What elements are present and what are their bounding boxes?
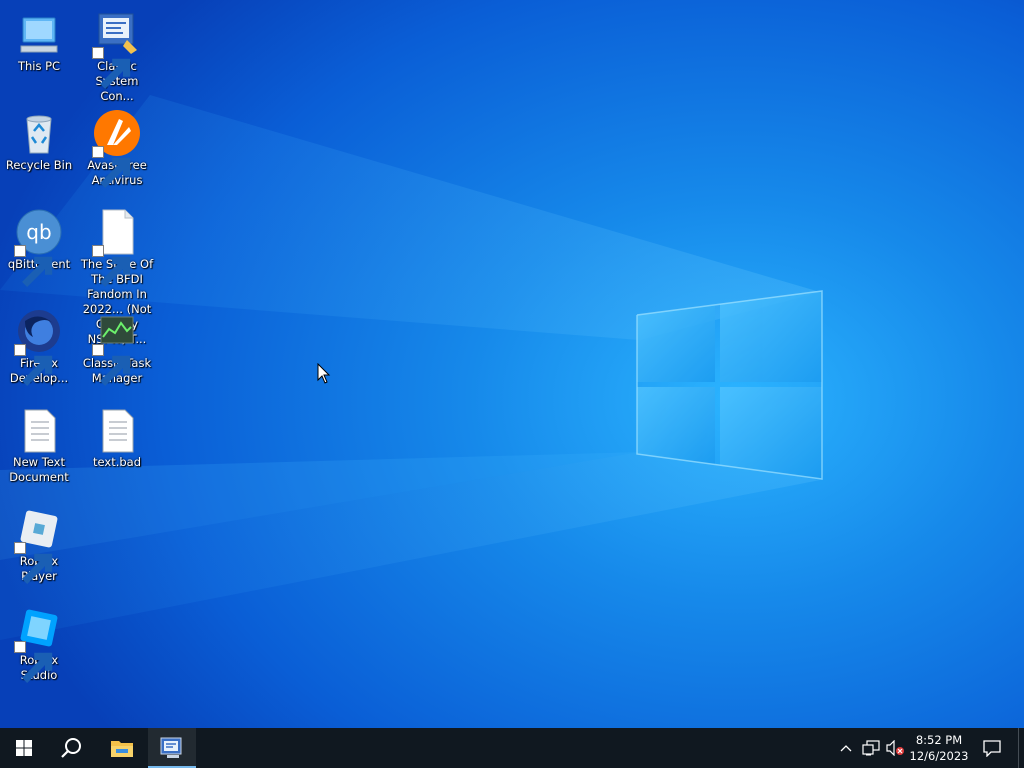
search-button[interactable] [48,728,96,768]
search-icon [61,738,81,758]
clock-time: 8:52 PM [915,733,963,747]
roblox-studio-icon [14,604,63,683]
icon-label: Recycle Bin [5,158,73,172]
icon-label: This PC [17,59,61,73]
taskbar-file-explorer[interactable] [98,728,146,768]
text-file-icon [93,406,141,454]
shortcut-arrow-icon [92,344,131,386]
tray-volume-button[interactable] [884,728,906,768]
desktop-icon-classic-system-control[interactable]: Classic System Con... [78,2,156,104]
action-center-icon [983,740,1001,757]
computer-icon [15,10,63,58]
shortcut-arrow-icon [92,146,131,188]
desktop-icon-roblox-player[interactable]: Roblox Player [0,497,78,584]
desktop-icon-roblox-studio[interactable]: Roblox Studio [0,596,78,683]
control-panel-icon [92,10,141,89]
system-control-icon [160,737,182,758]
qbittorrent-icon: qb [14,208,63,287]
desktop-icon-firefox-developer[interactable]: Firefox Develop... [0,299,78,386]
mouse-pointer-icon [317,363,331,384]
text-file-icon [15,406,63,454]
desktop-icon-avast[interactable]: Avast Free Antivirus [78,101,156,188]
shortcut-arrow-icon [92,47,131,89]
action-center-button[interactable] [978,728,1006,768]
shortcut-arrow-icon [92,245,131,287]
firefox-developer-icon [14,307,63,386]
recycle-bin-icon [15,109,63,157]
taskbar: 8:52 PM 12/6/2023 [0,728,1024,768]
desktop-icon-this-pc[interactable]: This PC [0,2,78,74]
desktop-icon-text-bad[interactable]: text.bad [78,398,156,470]
blank-document-icon [92,208,141,287]
chevron-up-icon [840,745,852,752]
avast-icon [92,109,141,188]
svg-text:qb: qb [26,220,51,244]
roblox-player-icon [14,505,63,584]
clock-date: 12/6/2023 [909,749,969,763]
shortcut-arrow-icon [14,641,53,683]
network-icon [862,740,880,756]
desktop-icon-classic-task-manager[interactable]: Classic Task Manager [78,299,156,386]
shortcut-arrow-icon [14,542,53,584]
desktop-icon-new-text-document[interactable]: New Text Document [0,398,78,485]
shortcut-arrow-icon [14,344,53,386]
desktop-icon-qbittorrent[interactable]: qb qBittorrent [0,200,78,287]
shortcut-arrow-icon [14,245,53,287]
desktop-icon-recycle-bin[interactable]: Recycle Bin [0,101,78,173]
file-explorer-icon [111,741,133,757]
volume-muted-icon [886,740,904,756]
icon-label: New Text Document [9,455,69,484]
windows-logo-icon [16,740,32,756]
task-manager-icon [92,307,141,386]
start-button[interactable] [0,728,48,768]
show-desktop-button[interactable] [1018,728,1024,768]
taskbar-system-control[interactable] [148,728,196,768]
icon-label: text.bad [93,455,141,469]
taskbar-clock[interactable]: 8:52 PM 12/6/2023 [904,728,974,768]
tray-overflow-button[interactable] [836,728,856,768]
tray-network-button[interactable] [860,728,882,768]
